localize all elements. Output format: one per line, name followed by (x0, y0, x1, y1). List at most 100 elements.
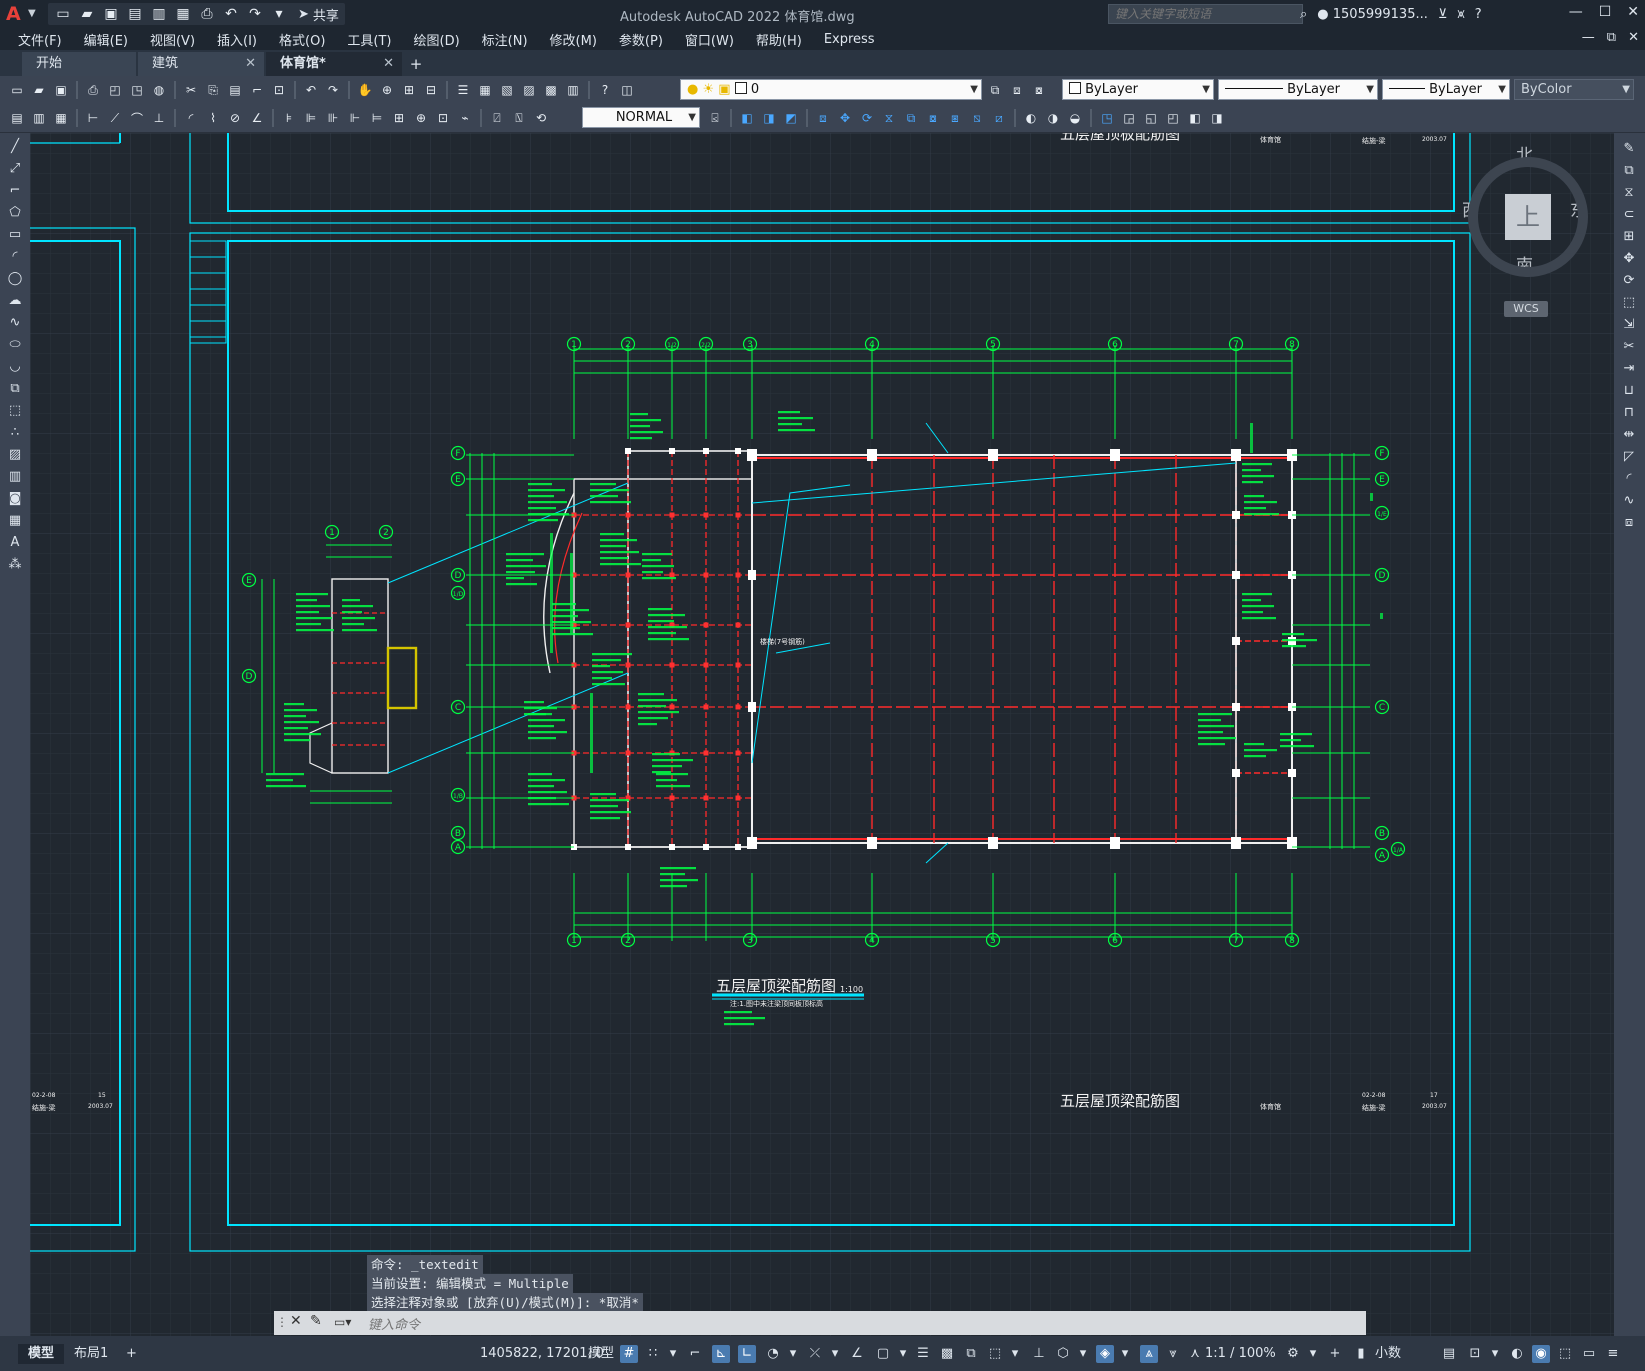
close-icon[interactable]: ✕ (1627, 4, 1639, 20)
cut-icon[interactable]: ✂ (182, 81, 200, 99)
plot-preview-icon[interactable]: ◰ (106, 81, 124, 99)
trim-icon[interactable]: ✂ (1621, 339, 1637, 355)
fullscreen-icon[interactable]: ▭ (1580, 1345, 1598, 1363)
dynamic-ucs-icon[interactable]: ⊥ (1030, 1345, 1048, 1363)
circle-icon[interactable]: ◯ (7, 271, 23, 287)
ucs-previous-icon[interactable]: ◱ (1142, 109, 1160, 127)
drawing-canvas[interactable]: 1 2 1/2 2/2 3 4 5 6 7 8 1 2 3 4 5 6 7 8 F E D 1/D C 1/B B A F E 1/E D… (30, 133, 1614, 1336)
autocad-logo-icon[interactable]: A (6, 3, 28, 25)
publish-icon[interactable]: ▥ (150, 5, 168, 23)
fillet-icon[interactable]: ◜ (1621, 471, 1637, 487)
block-editor-icon[interactable]: ⊡ (270, 81, 288, 99)
design-center-icon[interactable]: ▦ (476, 81, 494, 99)
mirror-icon[interactable]: ⧖ (1621, 185, 1637, 201)
sheet-set-icon[interactable]: ▨ (520, 81, 538, 99)
save-icon[interactable]: ▣ (102, 5, 120, 23)
ucs-face-icon[interactable]: ◰ (1164, 109, 1182, 127)
layer-walk-icon[interactable]: ▥ (30, 109, 48, 127)
blend-curves-icon[interactable]: ∿ (1621, 493, 1637, 509)
3d-osnap-chevron-icon[interactable]: ▾ (1006, 1345, 1024, 1363)
dim-text-edit-icon[interactable]: ⍂ (510, 109, 528, 127)
filter-chevron-icon[interactable]: ▾ (1074, 1345, 1092, 1363)
autodesk-app-icon[interactable]: ⩙ (1457, 7, 1464, 22)
snap-menu-chevron-icon[interactable]: ▾ (664, 1345, 682, 1363)
polygon-icon[interactable]: ⬠ (7, 205, 23, 221)
units-dropdown[interactable]: 小数 (1375, 1344, 1401, 1364)
dimstyle-dropdown[interactable]: NORMAL ▼ (582, 107, 700, 128)
properties-icon[interactable]: ☰ (454, 81, 472, 99)
workspace-chevron-icon[interactable]: ▾ (1304, 1345, 1322, 1363)
tolerance-icon[interactable]: ⊞ (390, 109, 408, 127)
annotation-scale-dropdown[interactable]: 1:1 / 100% (1205, 1344, 1276, 1364)
insert-block-icon[interactable]: ⧉ (7, 381, 23, 397)
quick-properties-icon[interactable]: ▤ (1440, 1345, 1458, 1363)
cart-icon[interactable]: ⊻ (1438, 7, 1448, 22)
auto-scale-icon[interactable]: ⩔ (1164, 1345, 1182, 1363)
save-icon[interactable]: ▣ (52, 81, 70, 99)
tab-gymnasium[interactable]: 体育馆* ✕ (266, 52, 402, 76)
viewcube-top-face[interactable]: 上 (1505, 194, 1551, 240)
make-block-icon[interactable]: ⬚ (7, 403, 23, 419)
continue-dim-icon[interactable]: ⊪ (324, 109, 342, 127)
new-tab-plus-icon[interactable]: + (406, 54, 426, 74)
mtext-icon[interactable]: A (7, 535, 23, 551)
layer-properties-icon[interactable]: ◫ (618, 81, 636, 99)
doc-minimize-icon[interactable]: — (1582, 30, 1595, 45)
layout-tab-layout1[interactable]: 布局1 (64, 1344, 118, 1364)
jogged-dim-icon[interactable]: ⌇ (204, 109, 222, 127)
erase-icon[interactable]: ✎ (1621, 141, 1637, 157)
undo-icon[interactable]: ↶ (302, 81, 320, 99)
user-account[interactable]: ● 1505999135... (1317, 7, 1428, 22)
dimstyle-icon[interactable]: ⍃ (706, 109, 724, 127)
aligned-dim-icon[interactable]: ⟋ (106, 109, 124, 127)
infer-constraints-icon[interactable]: ⌐ (686, 1345, 704, 1363)
layer-state-icon[interactable]: ⧇ (1030, 81, 1048, 99)
menu-help[interactable]: 帮助(H) (745, 30, 813, 49)
lock-chevron-icon[interactable]: ▾ (1486, 1345, 1504, 1363)
dynamic-input-icon[interactable]: ⊾ (712, 1345, 730, 1363)
stretch-icon[interactable]: ⇲ (1621, 317, 1637, 333)
menu-edit[interactable]: 编辑(E) (73, 30, 139, 49)
tool-palettes-icon[interactable]: ▧ (498, 81, 516, 99)
grip-handle-icon[interactable]: ⋮ (276, 1315, 288, 1329)
baseline-dim-icon[interactable]: ⊫ (302, 109, 320, 127)
array-icon[interactable]: ⊞ (1621, 229, 1637, 245)
markup-icon[interactable]: ▩ (542, 81, 560, 99)
open-file-icon[interactable]: ▰ (78, 5, 96, 23)
layer-tool-icon[interactable]: ▤ (8, 109, 26, 127)
search-icon[interactable]: ⌕ (1300, 7, 1307, 22)
rotate-3d-icon[interactable]: ⟳ (858, 109, 876, 127)
ordinate-dim-icon[interactable]: ⊥ (150, 109, 168, 127)
coordinate-readout[interactable]: 1405822, 17201, 0 (480, 1344, 604, 1364)
object-snap-icon[interactable]: ▢ (874, 1345, 892, 1363)
iso-menu-chevron-icon[interactable]: ▾ (826, 1345, 844, 1363)
spline-icon[interactable]: ∿ (7, 315, 23, 331)
annotation-scale-icon[interactable]: ⋏ (1186, 1345, 1204, 1363)
menu-format[interactable]: 格式(O) (268, 30, 336, 49)
dim-space-icon[interactable]: ⊩ (346, 109, 364, 127)
table-icon[interactable]: ▦ (7, 513, 23, 529)
arc-icon[interactable]: ◜ (7, 249, 23, 265)
layout-tab-model[interactable]: 模型 (18, 1344, 65, 1364)
plotstyle-dropdown[interactable]: ByColor ▼ (1514, 79, 1634, 100)
wcs-menu[interactable]: WCS (1504, 301, 1548, 317)
align-icon[interactable]: ⧈ (814, 109, 832, 127)
menu-draw[interactable]: 绘图(D) (403, 30, 471, 49)
help-icon[interactable]: ? (596, 81, 614, 99)
plot-icon[interactable]: ⎙ (198, 5, 216, 23)
gizmo-chevron-icon[interactable]: ▾ (1116, 1345, 1134, 1363)
ucs-icon[interactable]: ◳ (1098, 109, 1116, 127)
center-mark-icon[interactable]: ⊕ (412, 109, 430, 127)
customize-qat-icon[interactable]: ▾ (270, 5, 288, 23)
make-current-layer-icon[interactable]: ⧉ (986, 81, 1004, 99)
close-command-line-icon[interactable]: ✕ (290, 1313, 302, 1329)
transparency-icon[interactable]: ▩ (938, 1345, 956, 1363)
osnap-menu-chevron-icon[interactable]: ▾ (894, 1345, 912, 1363)
ellipse-icon[interactable]: ⬭ (7, 337, 23, 353)
new-file-icon[interactable]: ▭ (54, 5, 72, 23)
copy-icon[interactable]: ⎘ (204, 81, 222, 99)
ucs-object-icon[interactable]: ◧ (1186, 109, 1204, 127)
pan-icon[interactable]: ✋ (356, 81, 374, 99)
jogged-linear-icon[interactable]: ⌁ (456, 109, 474, 127)
ortho-mode-icon[interactable]: ∟ (738, 1345, 756, 1363)
